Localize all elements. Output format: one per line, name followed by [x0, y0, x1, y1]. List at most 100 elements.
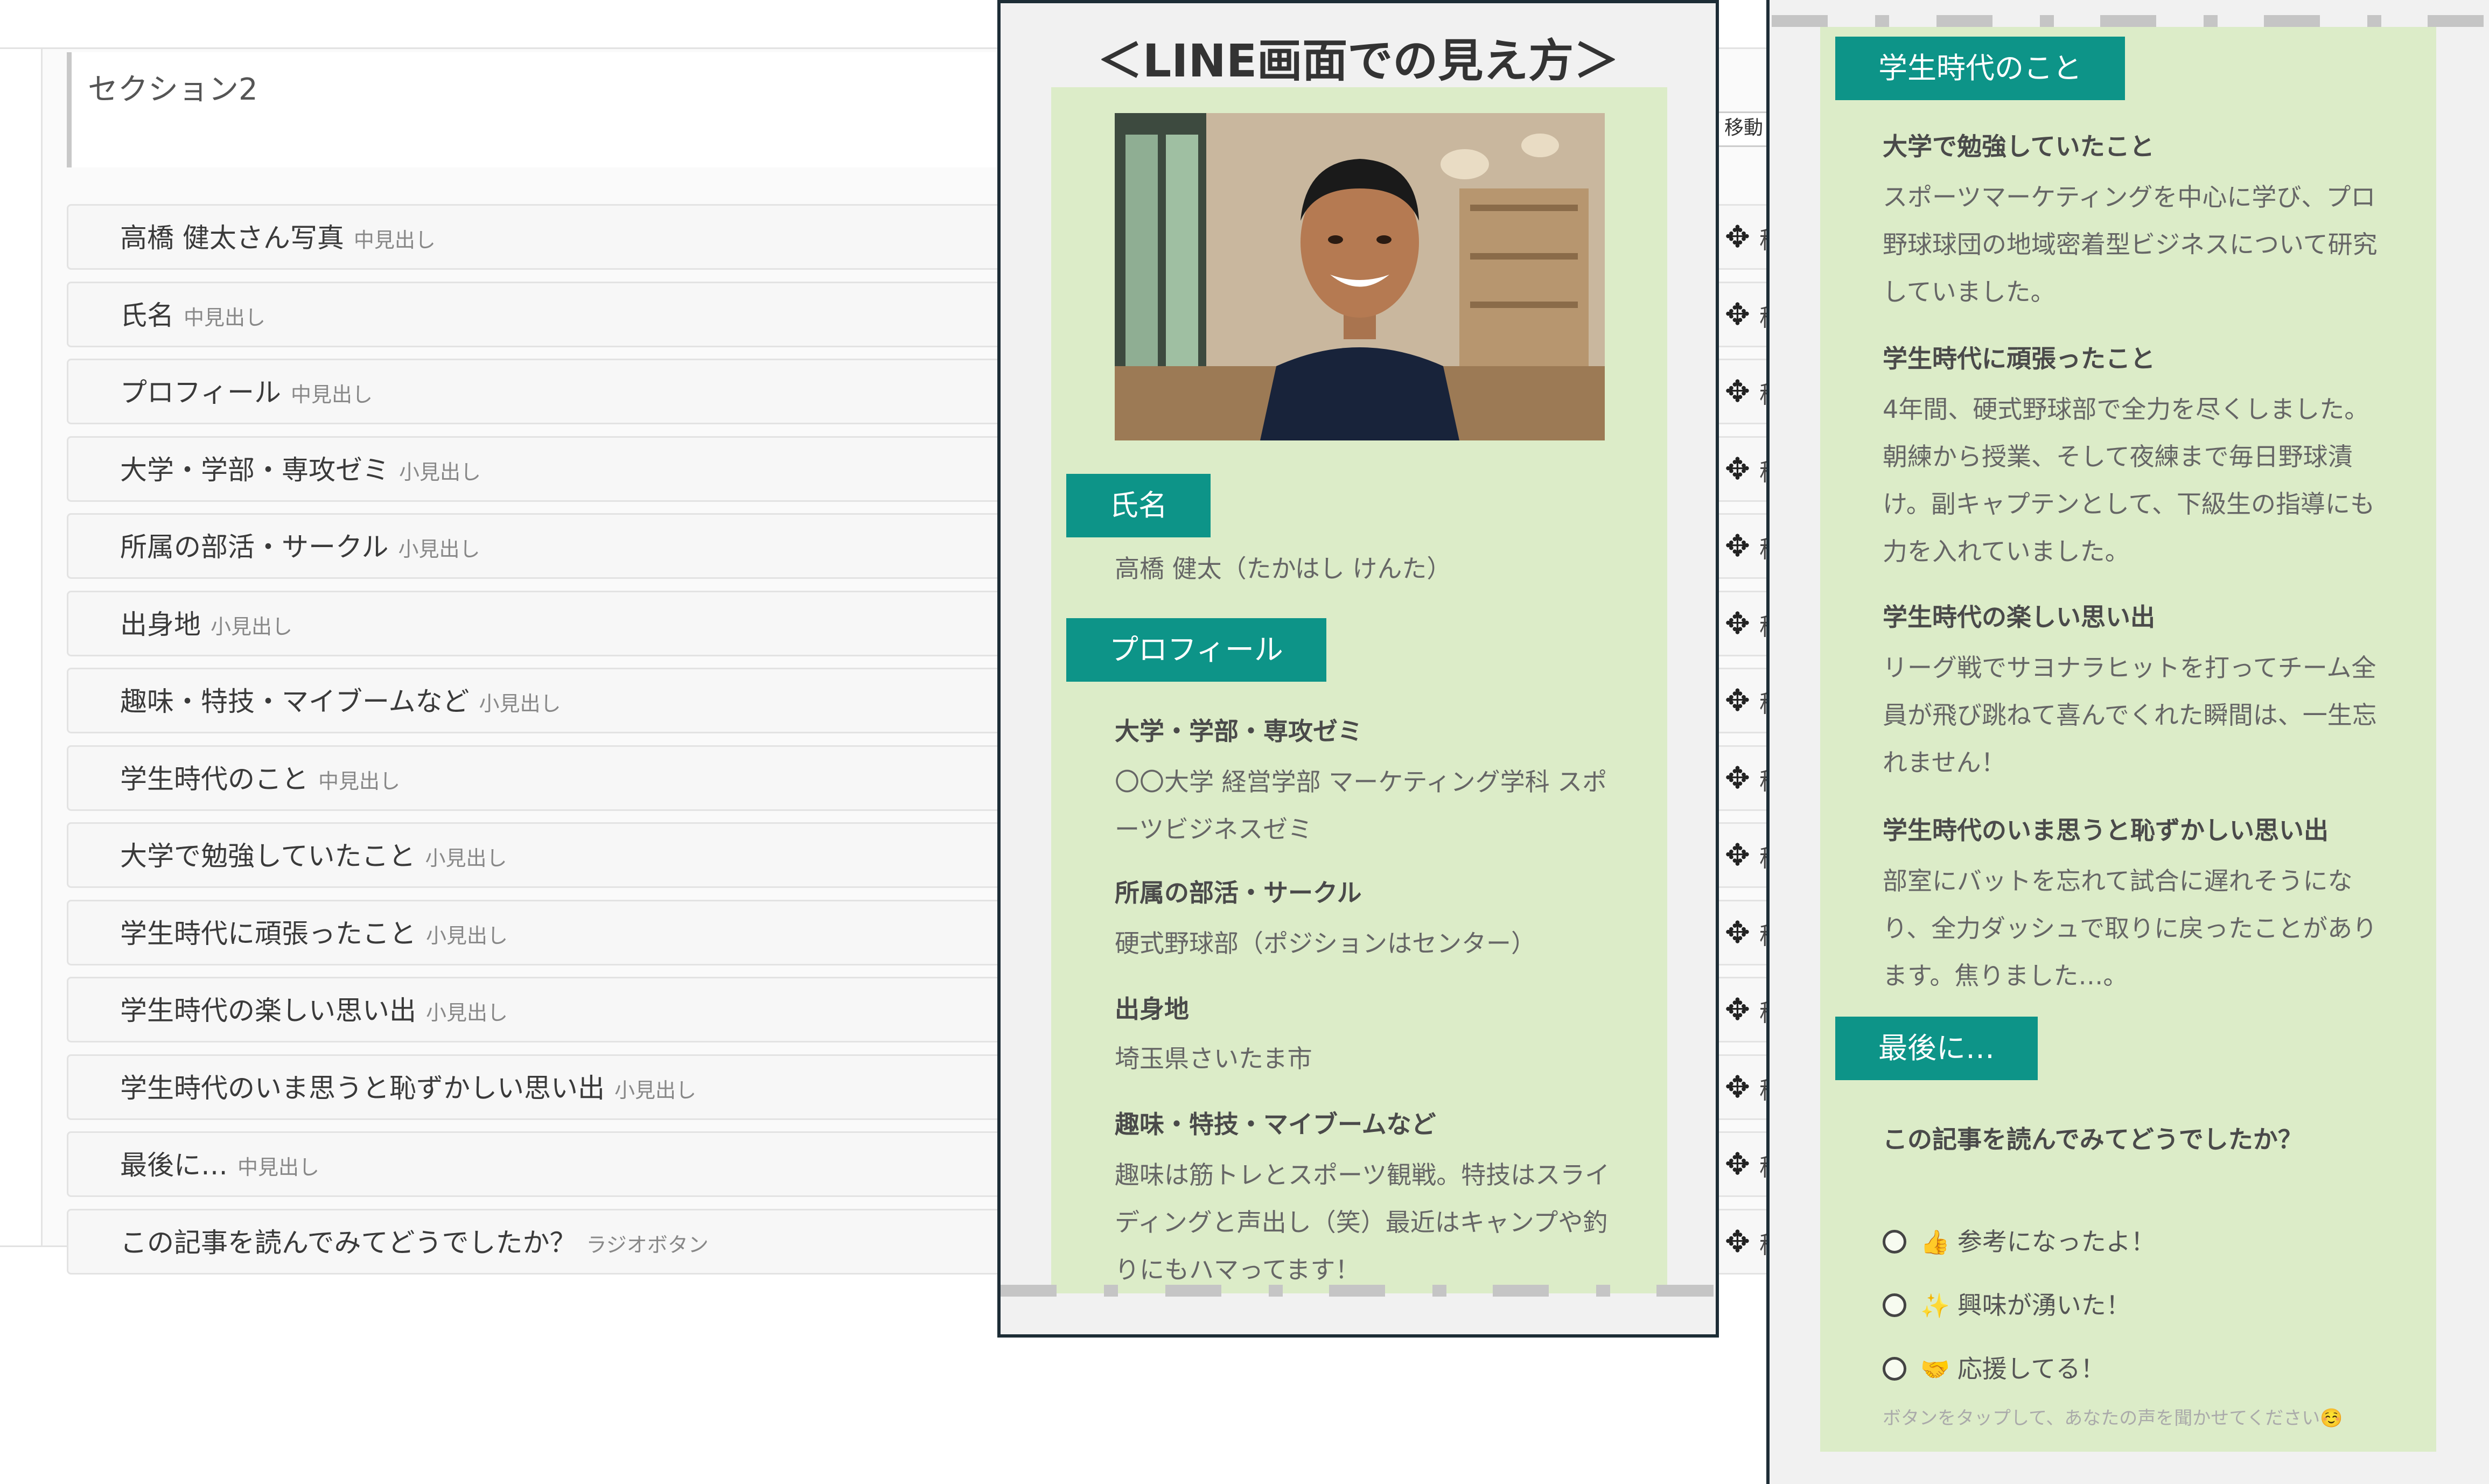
hometown-text: 埼玉県さいたま市 [1115, 1044, 1312, 1073]
block-type-tag: 中見出し [291, 383, 373, 407]
torn-edge [1936, 15, 1992, 27]
name-value: 高橋 健太（たかはし けんた） [1115, 554, 1452, 583]
thumbs-up-icon: 👍 [1920, 1229, 1950, 1256]
block-type-tag: 小見出し [399, 460, 481, 484]
effort-text: 4年間、硬式野球部で全力を尽くしました。朝練から授業、そして夜練まで毎日野球漬け… [1883, 395, 2375, 566]
block-row-label: 高橋 健太さん写真 [120, 222, 344, 254]
move-cross-icon[interactable]: ✥ [1725, 915, 1750, 950]
last-heading: 最後に… [1835, 1017, 2038, 1080]
fun-memory-text: リーグ戦でサヨナラヒットを打ってチーム全員が飛び跳ねて喜んでくれた瞬間は、一生忘… [1883, 653, 2377, 777]
torn-edge [1165, 1285, 1221, 1297]
move-cross-icon[interactable]: ✥ [1725, 452, 1750, 487]
torn-edge [1875, 15, 1889, 27]
block-row-label: 氏名 [120, 300, 174, 331]
torn-edge [2367, 15, 2381, 27]
survey-question: この記事を読んでみてどうでしたか？ [1883, 1125, 2303, 1154]
block-row-label: 学生時代に頑張ったこと [120, 918, 416, 949]
move-cross-icon[interactable]: ✥ [1725, 1224, 1750, 1259]
section-title: セクション2 [67, 52, 1036, 167]
handshake-icon: 🤝 [1920, 1356, 1950, 1383]
move-cross-icon[interactable]: ✥ [1725, 220, 1750, 255]
torn-edge [2040, 15, 2054, 27]
hometown-label: 出身地 [1115, 995, 1189, 1024]
move-cross-icon[interactable]: ✥ [1725, 1070, 1750, 1105]
block-row-title: 趣味・特技・マイブームなど 小見出し [120, 680, 561, 719]
block-row-label: 最後に… [120, 1150, 228, 1181]
block-type-tag: 小見出し [426, 924, 508, 948]
line-preview-phone-2: 学生時代のこと 大学で勉強していたこと スポーツマーケティングを中心に学び、プロ… [1766, 0, 2489, 1484]
sparkles-icon: ✨ [1920, 1292, 1950, 1320]
preview-title: ＜LINE画面での見え方＞ [1097, 34, 1619, 87]
preview-content: 氏名 高橋 健太（たかはし けんた） プロフィール 大学・学部・専攻ゼミ 〇〇大… [1051, 87, 1667, 1293]
line-preview-phone-1: ＜LINE画面での見え方＞ 氏名 高橋 健太（たかはし けんた） プロフィール … [997, 0, 1719, 1338]
block-type-tag: 小見出し [614, 1079, 697, 1102]
hobby-text: 趣味は筋トレとスポーツ観戦。特技はスライディングと声出し（笑）最近はキャンプや釣… [1115, 1160, 1610, 1284]
club-text: 硬式野球部（ポジションはセンター） [1115, 929, 1536, 958]
move-cross-icon[interactable]: ✥ [1725, 606, 1750, 641]
block-type-tag: 小見出し [425, 846, 507, 870]
radio-label: 応援してる！ [1957, 1354, 2106, 1383]
torn-edge [1596, 1285, 1610, 1297]
move-button[interactable]: 移動 [1712, 111, 1775, 147]
name-heading: 氏名 [1066, 474, 1211, 537]
block-type-tag: 小見出し [426, 1001, 508, 1025]
block-row-label: 所属の部活・サークル [120, 531, 389, 563]
block-type-tag: 小見出し [479, 692, 561, 716]
block-row-title: 学生時代に頑張ったこと 小見出し [120, 912, 508, 951]
block-row-title: 学生時代のこと 中見出し [120, 758, 400, 796]
university-label: 大学・学部・専攻ゼミ [1115, 717, 1362, 746]
block-row-label: 学生時代のいま思うと恥ずかしい思い出 [120, 1073, 605, 1104]
block-row-title: 出身地 小見出し [120, 603, 292, 642]
torn-edge [1772, 15, 1828, 27]
move-cross-icon[interactable]: ✥ [1725, 529, 1750, 564]
hobby-label: 趣味・特技・マイブームなど [1115, 1110, 1436, 1139]
torn-edge [1001, 1285, 1057, 1297]
move-cross-icon[interactable]: ✥ [1725, 838, 1750, 873]
study-label: 大学で勉強していたこと [1883, 132, 2155, 161]
block-row-label: 趣味・特技・マイブームなど [120, 686, 470, 717]
survey-footnote: ボタンをタップして、あなたの声を聞かせてください☺️ [1883, 1408, 2343, 1429]
torn-edge [1329, 1285, 1385, 1297]
embarrassing-memory-text: 部室にバットを忘れて試合に遅れそうになり、全力ダッシュで取りに戻ったことがありま… [1883, 866, 2378, 990]
radio-circle-icon[interactable] [1883, 1293, 1906, 1317]
block-row-title: 所属の部活・サークル 小見出し [120, 526, 480, 564]
editor-gutter [0, 49, 43, 1245]
move-cross-icon[interactable]: ✥ [1725, 297, 1750, 332]
block-row-label: プロフィール [120, 377, 281, 408]
block-row-title: この記事を読んでみてどうでしたか？ ラジオボタン [120, 1221, 709, 1260]
move-cross-icon[interactable]: ✥ [1725, 761, 1750, 796]
block-row-label: 大学・学部・専攻ゼミ [120, 454, 389, 486]
profile-photo [1115, 113, 1605, 440]
profile-heading: プロフィール [1066, 618, 1326, 682]
block-row-title: 大学で勉強していたこと 小見出し [120, 835, 507, 873]
fun-memory-label: 学生時代の楽しい思い出 [1883, 603, 2155, 632]
university-text: 〇〇大学 経営学部 マーケティング学科 スポーツビジネスゼミ [1115, 767, 1607, 844]
block-type-tag: 小見出し [398, 537, 480, 561]
effort-label: 学生時代に頑張ったこと [1883, 344, 2155, 373]
move-cross-icon[interactable]: ✥ [1725, 374, 1750, 409]
block-row-title: 高橋 健太さん写真 中見出し [120, 216, 436, 255]
torn-edge [1493, 1285, 1549, 1297]
block-row-title: 大学・学部・専攻ゼミ 小見出し [120, 449, 481, 487]
radio-option-interested[interactable]: ✨ 興味が湧いた！ [1883, 1286, 2131, 1321]
block-row-title: 最後に… 中見出し [120, 1144, 319, 1182]
block-row-title: 学生時代のいま思うと恥ずかしい思い出 小見出し [120, 1067, 696, 1105]
radio-circle-icon[interactable] [1883, 1357, 1906, 1381]
radio-label: 参考になったよ！ [1957, 1227, 2156, 1256]
move-cross-icon[interactable]: ✥ [1725, 683, 1750, 718]
radio-label: 興味が湧いた！ [1957, 1291, 2131, 1320]
block-row-label: 出身地 [120, 609, 201, 640]
student-days-heading: 学生時代のこと [1835, 37, 2125, 100]
embarrassing-memory-label: 学生時代のいま思うと恥ずかしい思い出 [1883, 816, 2329, 845]
radio-option-helpful[interactable]: 👍 参考になったよ！ [1883, 1222, 2156, 1258]
block-row-title: 学生時代の楽しい思い出 小見出し [120, 989, 508, 1028]
torn-edge [1104, 1285, 1118, 1297]
move-cross-icon[interactable]: ✥ [1725, 992, 1750, 1027]
block-row-label: この記事を読んでみてどうでしたか？ [120, 1227, 577, 1258]
radio-option-support[interactable]: 🤝 応援してる！ [1883, 1349, 2105, 1385]
block-row-label: 大学で勉強していたこと [120, 841, 416, 872]
torn-edge [1656, 1285, 1714, 1297]
radio-circle-icon[interactable] [1883, 1230, 1906, 1254]
block-type-tag: ラジオボタン [586, 1233, 709, 1257]
move-cross-icon[interactable]: ✥ [1725, 1147, 1750, 1182]
